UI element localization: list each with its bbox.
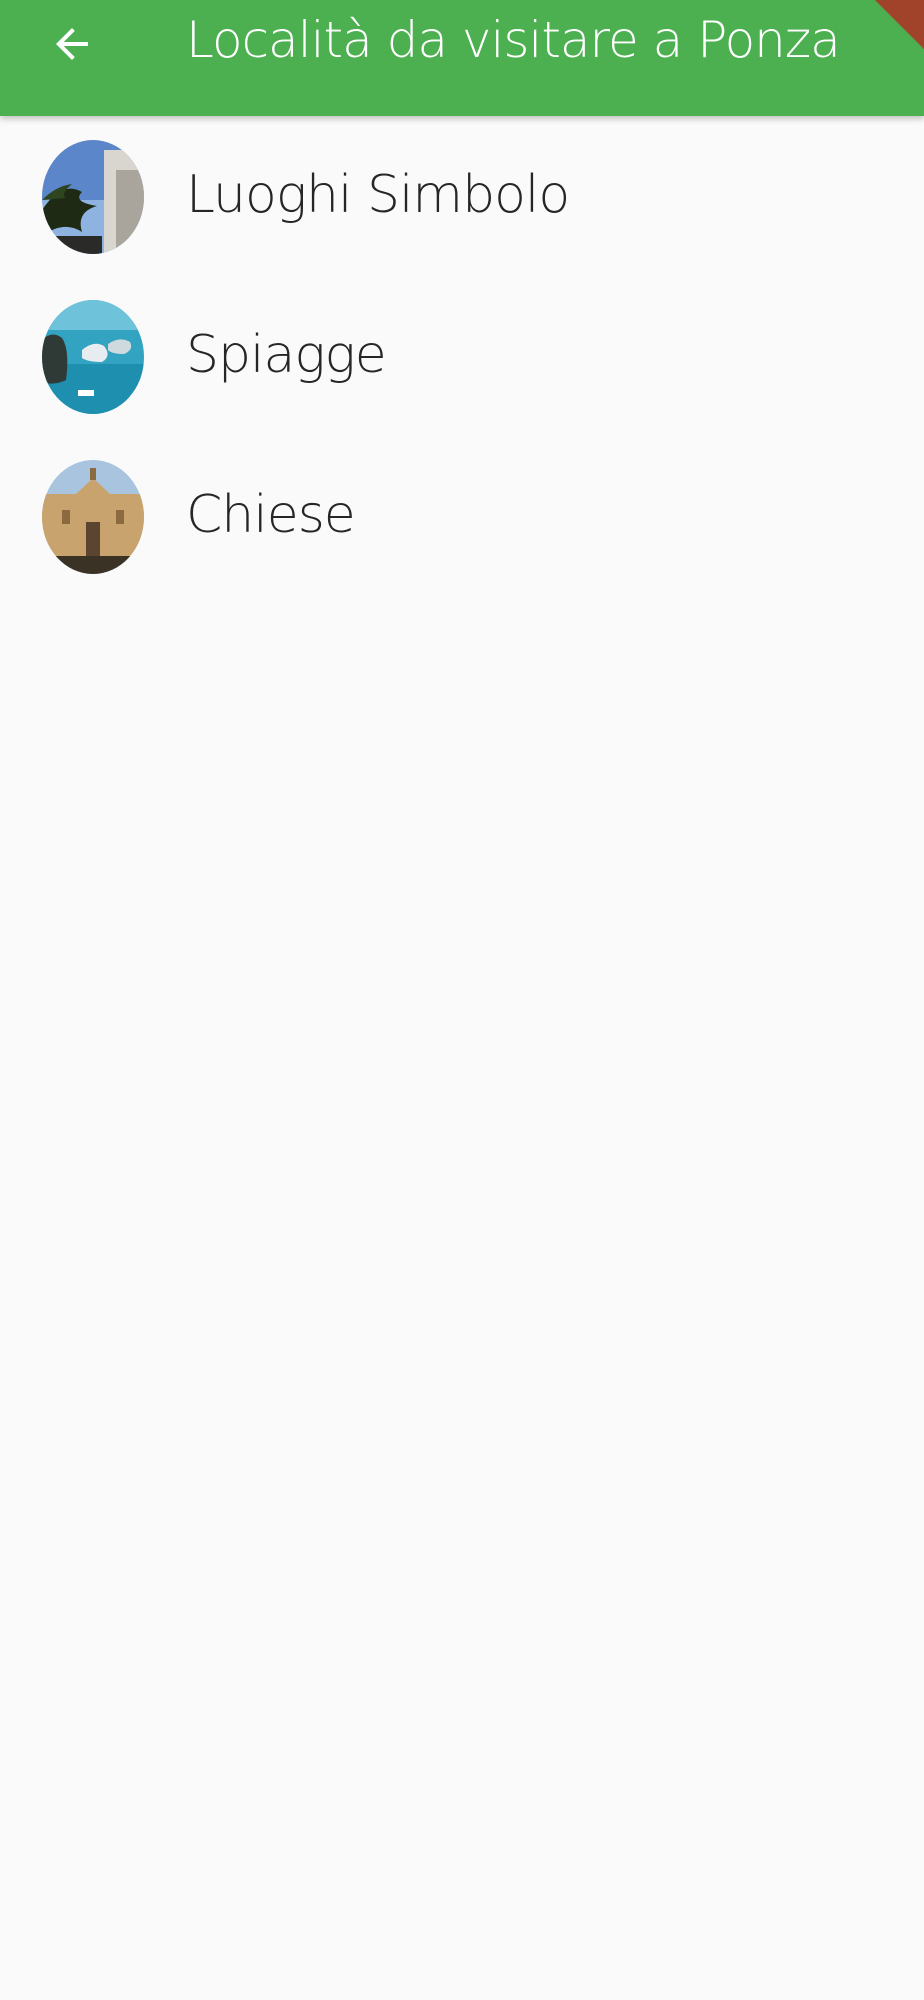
landmark-thumbnail (42, 140, 144, 254)
list-item-label: Spiagge (186, 325, 387, 385)
category-list: Luoghi Simbolo Spiagge Chiese (0, 116, 924, 596)
arrow-back-icon (56, 28, 88, 60)
beach-thumbnail (42, 300, 144, 414)
list-item-spiagge[interactable]: Spiagge (0, 276, 924, 436)
list-item-label: Luoghi Simbolo (186, 165, 570, 225)
app-bar: Località da visitare a Ponza (0, 0, 924, 116)
page-title: Località da visitare a Ponza (186, 11, 841, 69)
church-thumbnail (42, 460, 144, 574)
debug-banner (853, 0, 924, 49)
list-item-label: Chiese (186, 485, 356, 545)
list-item-chiese[interactable]: Chiese (0, 436, 924, 596)
back-button[interactable] (30, 2, 114, 86)
list-item-luoghi-simbolo[interactable]: Luoghi Simbolo (0, 116, 924, 276)
